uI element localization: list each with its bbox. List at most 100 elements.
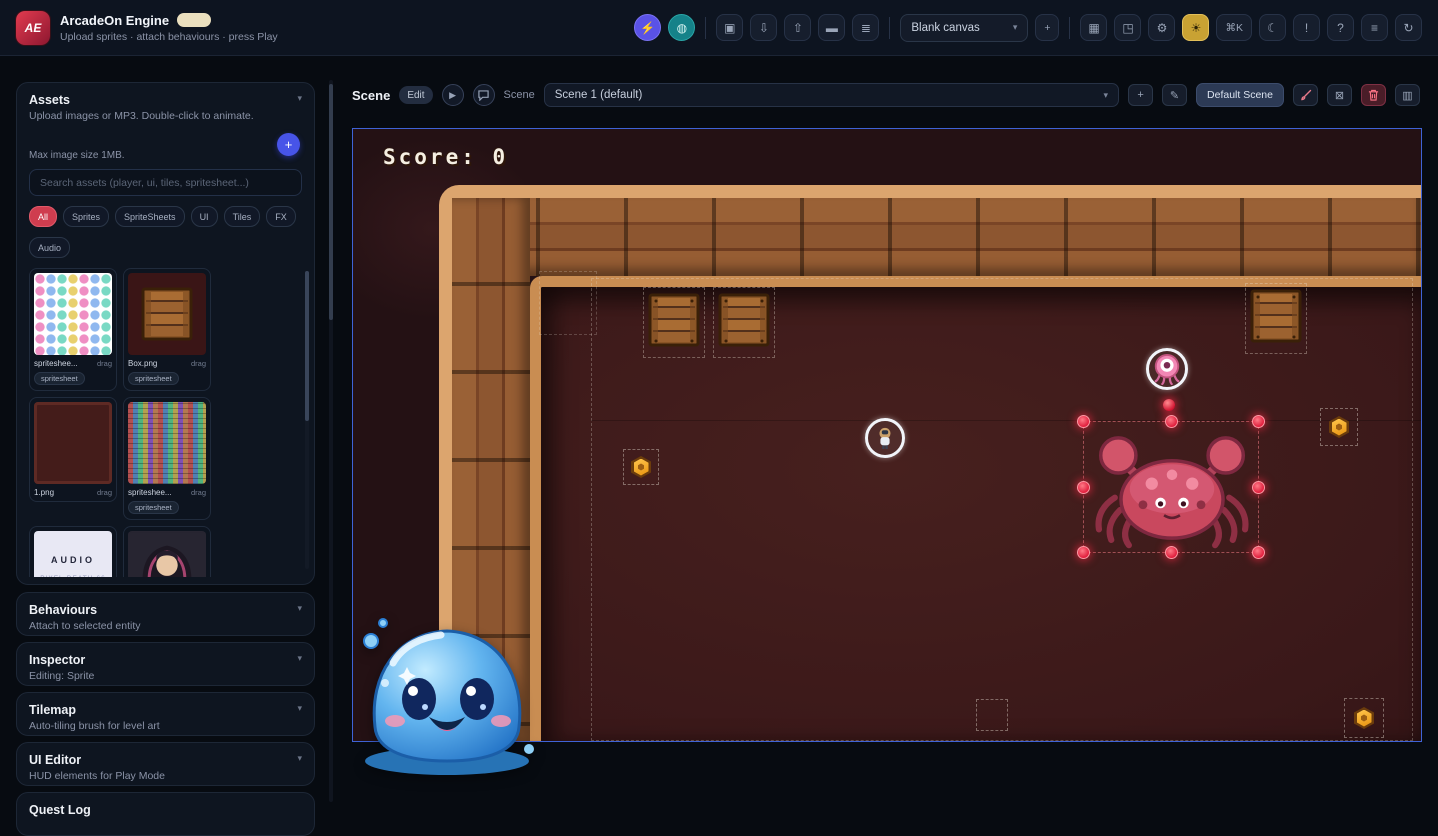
audio-thumbnail[interactable]: AUDIO PIXEL-DEATH-66829. (34, 531, 112, 577)
coin-entity[interactable] (1344, 698, 1384, 738)
command-palette-button[interactable]: ⌘K (1216, 14, 1252, 41)
sidebar-scrollbar[interactable] (329, 80, 333, 802)
canvas-template-select[interactable]: Blank canvas ▾ (900, 14, 1028, 42)
projectile-entity[interactable] (1163, 399, 1175, 411)
brush-icon (1300, 89, 1312, 101)
chat-button[interactable] (473, 84, 495, 106)
box-thumbnail[interactable] (128, 273, 206, 355)
chevron-down-icon[interactable]: ▾ (297, 603, 302, 614)
refresh-button[interactable]: ↻ (1395, 14, 1422, 41)
chevron-down-icon[interactable]: ▾ (297, 703, 302, 714)
chevron-down-icon[interactable]: ▾ (297, 653, 302, 664)
filter-chip-tiles[interactable]: Tiles (224, 206, 261, 227)
tilemap-panel[interactable]: Tilemap Auto-tiling brush for level art … (16, 692, 315, 736)
default-scene-button[interactable]: Default Scene (1196, 83, 1284, 107)
menu-button[interactable]: ≡ (1361, 14, 1388, 41)
asset-card[interactable]: spriteshee...drag spritesheet (123, 397, 211, 520)
resize-handle[interactable] (1165, 415, 1178, 428)
upload-button[interactable]: ⇧ (784, 14, 811, 41)
tile-selection-box[interactable] (539, 271, 597, 335)
player-entity[interactable] (865, 418, 905, 458)
alerts-button[interactable]: ! (1293, 14, 1320, 41)
app-header: AE ArcadeOn Engine Upload sprites · atta… (0, 0, 1438, 56)
crate-entity[interactable] (713, 287, 775, 358)
edit-mode-badge[interactable]: Edit (399, 86, 432, 104)
moon-icon: ☾ (1267, 21, 1278, 35)
asset-card[interactable]: spriteshee...drag spritesheet (29, 268, 117, 391)
drag-label[interactable]: drag (97, 359, 112, 368)
spritesheet-thumbnail[interactable] (34, 273, 112, 355)
asset-name: Box.png (128, 359, 157, 368)
alien-entity[interactable] (1146, 348, 1188, 390)
image-thumbnail[interactable] (34, 402, 112, 484)
play-button[interactable]: ▶ (442, 84, 464, 106)
boost-button[interactable]: ⚡ (634, 14, 661, 41)
rename-scene-button[interactable]: ✎ (1162, 84, 1187, 106)
resize-handle[interactable] (1252, 481, 1265, 494)
resize-handle[interactable] (1077, 415, 1090, 428)
asset-card[interactable]: 1.pngdrag (29, 397, 117, 502)
resize-handle[interactable] (1077, 546, 1090, 559)
delete-button[interactable] (1361, 84, 1386, 106)
filter-chip-all[interactable]: All (29, 206, 57, 227)
resize-handle[interactable] (1252, 546, 1265, 559)
list-icon: ≣ (861, 21, 871, 35)
help-button[interactable]: ? (1327, 14, 1354, 41)
theme-light-button[interactable]: ☀ (1182, 14, 1209, 41)
slime-entity[interactable] (353, 603, 541, 783)
frame-button[interactable]: ◳ (1114, 14, 1141, 41)
filter-chip-sprites[interactable]: Sprites (63, 206, 109, 227)
add-scene-button[interactable]: + (1128, 84, 1153, 106)
paint-brush-button[interactable] (1293, 84, 1318, 106)
export-button[interactable]: ⇩ (750, 14, 777, 41)
spritesheet-thumbnail[interactable] (128, 402, 206, 484)
theme-dark-button[interactable]: ☾ (1259, 14, 1286, 41)
resize-handle[interactable] (1252, 415, 1265, 428)
chevron-down-icon[interactable]: ▾ (297, 93, 302, 104)
filter-chip-fx[interactable]: FX (266, 206, 296, 227)
filter-chip-spritesheets[interactable]: SpriteSheets (115, 206, 185, 227)
crate-entity[interactable] (643, 287, 705, 358)
filter-chip-audio[interactable]: Audio (29, 237, 70, 258)
character-thumbnail[interactable] (128, 531, 206, 577)
minimize-button[interactable]: ▬ (818, 14, 845, 41)
asset-list-scrollbar[interactable] (305, 271, 309, 569)
crate-entity[interactable] (1245, 283, 1307, 354)
chevron-down-icon[interactable]: ▾ (297, 753, 302, 764)
coin-entity[interactable] (1320, 408, 1358, 446)
asset-card[interactable]: AUDIO PIXEL-DEATH-66829. pixel-deat...dr… (29, 526, 117, 577)
drag-label[interactable]: drag (191, 488, 206, 497)
scene-select[interactable]: Scene 1 (default) ▾ (544, 83, 1119, 107)
asset-card[interactable]: c1.pngdrag (123, 526, 211, 577)
ui-editor-panel[interactable]: UI Editor HUD elements for Play Mode ▾ (16, 742, 315, 786)
resize-handle[interactable] (1165, 546, 1178, 559)
behaviours-panel[interactable]: Behaviours Attach to selected entity ▾ (16, 592, 315, 636)
save-button[interactable]: ▣ (716, 14, 743, 41)
quest-log-panel[interactable]: Quest Log (16, 792, 315, 836)
world-button[interactable]: ◍ (668, 14, 695, 41)
settings-button[interactable]: ⚙ (1148, 14, 1175, 41)
scene-select-value: Scene 1 (default) (555, 89, 643, 101)
asset-card[interactable]: Box.pngdrag spritesheet (123, 268, 211, 391)
resize-handle[interactable] (1077, 481, 1090, 494)
list-button[interactable]: ≣ (852, 14, 879, 41)
filter-chip-ui[interactable]: UI (191, 206, 218, 227)
grid-button[interactable]: ▦ (1080, 14, 1107, 41)
asset-filters-row2: Audio (29, 237, 302, 258)
drag-label[interactable]: drag (191, 359, 206, 368)
clear-selection-button[interactable]: ⊠ (1327, 84, 1352, 106)
drag-label[interactable]: drag (97, 488, 112, 497)
scene-title: Scene (352, 88, 390, 103)
layout-columns-button[interactable]: ▥ (1395, 84, 1420, 106)
search-input[interactable] (29, 169, 302, 196)
wall-top (452, 198, 1421, 276)
coin-entity[interactable] (623, 449, 659, 485)
game-viewport-canvas[interactable]: Score: 0 (352, 128, 1422, 742)
add-asset-button[interactable]: + (277, 133, 300, 156)
tile-selection-box[interactable] (976, 699, 1008, 731)
panel-title: Quest Log (29, 803, 302, 817)
export-icon: ⇩ (759, 21, 769, 35)
add-canvas-button[interactable]: + (1035, 14, 1059, 41)
inspector-panel[interactable]: Inspector Editing: Sprite ▾ (16, 642, 315, 686)
crab-boss-entity[interactable] (1083, 421, 1259, 553)
